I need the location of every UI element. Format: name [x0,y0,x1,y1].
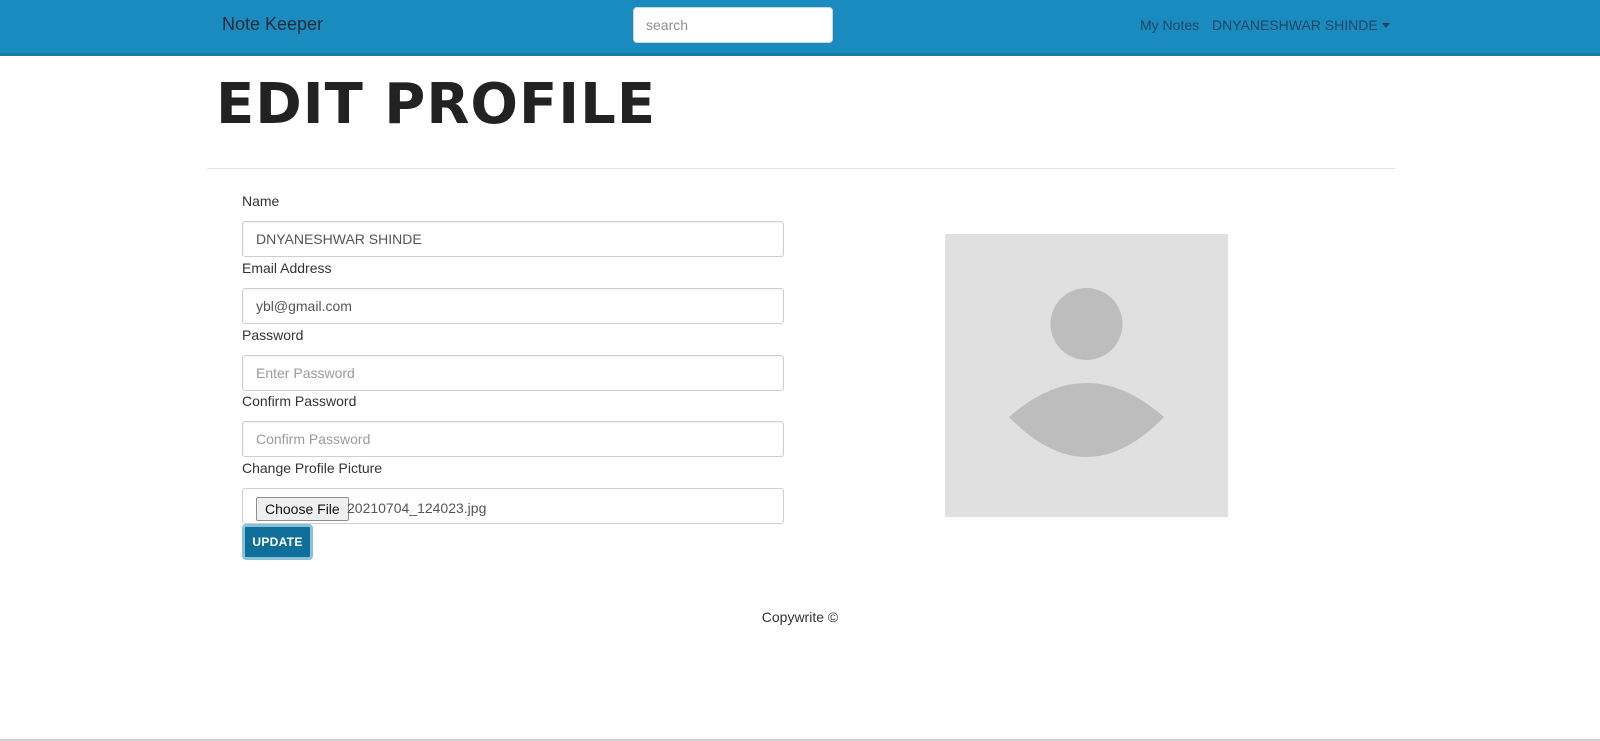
title-divider [207,168,1395,169]
page-title: EDIT PROFILE [216,72,657,137]
caret-down-icon [1381,23,1390,28]
top-navbar: Note Keeper My Notes DNYANESHWAR SHINDE [0,0,1600,56]
footer-copyright: Copywrite © [761,609,839,625]
name-field[interactable] [242,221,784,257]
password-field[interactable] [242,355,784,391]
user-menu-dropdown[interactable]: DNYANESHWAR SHINDE [1212,17,1390,33]
selected-file-name: 20210704_124023.jpg [347,500,487,516]
email-field[interactable] [242,288,784,324]
confirm-password-label: Confirm Password [242,393,357,409]
search-input[interactable] [633,7,833,43]
choose-file-button[interactable]: Choose File [256,497,349,521]
update-button[interactable]: UPDATE [242,524,313,560]
profile-picture-file-input[interactable]: Choose File 20210704_124023.jpg [242,488,784,524]
user-placeholder-icon [1009,288,1164,457]
email-label: Email Address [242,260,332,276]
profile-picture-label: Change Profile Picture [242,460,383,476]
profile-picture-preview [945,234,1228,517]
user-menu-label: DNYANESHWAR SHINDE [1212,17,1378,33]
password-label: Password [242,327,304,343]
my-notes-link[interactable]: My Notes [1140,17,1199,33]
confirm-password-field[interactable] [242,421,784,457]
brand-link[interactable]: Note Keeper [222,14,323,35]
name-label: Name [242,193,280,209]
